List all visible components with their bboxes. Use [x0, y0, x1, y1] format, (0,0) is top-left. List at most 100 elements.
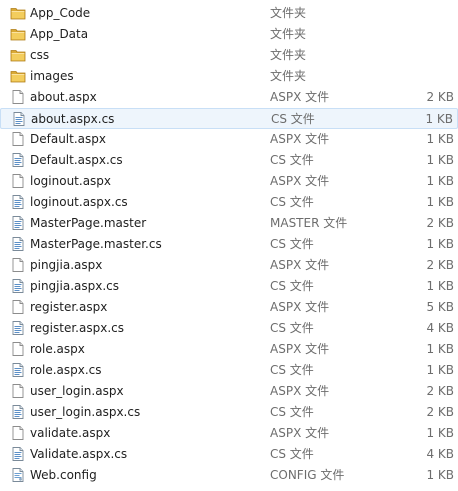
- code-file-icon: [10, 152, 26, 168]
- code-file-icon: [10, 236, 26, 252]
- file-row[interactable]: register.aspx ASPX 文件 5 KB: [0, 297, 458, 318]
- file-row[interactable]: Default.aspx ASPX 文件 1 KB: [0, 129, 458, 150]
- file-type: 文件夹: [270, 69, 307, 83]
- file-row[interactable]: MasterPage.master.cs CS 文件 1 KB: [0, 234, 458, 255]
- file-type: ASPX 文件: [270, 90, 330, 104]
- file-name: pingjia.aspx: [30, 258, 103, 272]
- file-name: Default.aspx.cs: [30, 153, 123, 167]
- file-name: about.aspx: [30, 90, 97, 104]
- document-icon: [10, 299, 26, 315]
- code-file-icon: [10, 194, 26, 210]
- file-size: 1 KB: [426, 132, 454, 146]
- file-row[interactable]: pingjia.aspx ASPX 文件 2 KB: [0, 255, 458, 276]
- file-type: CS 文件: [270, 405, 314, 419]
- document-icon: [10, 383, 26, 399]
- file-type: ASPX 文件: [270, 384, 330, 398]
- file-size: 1 KB: [426, 237, 454, 251]
- file-size: 1 KB: [426, 279, 454, 293]
- file-name: MasterPage.master.cs: [30, 237, 162, 251]
- file-name: user_login.aspx.cs: [30, 405, 141, 419]
- file-row[interactable]: about.aspx.cs CS 文件 1 KB: [0, 108, 458, 129]
- file-name: images: [30, 69, 74, 83]
- file-name: role.aspx: [30, 342, 85, 356]
- file-row[interactable]: about.aspx ASPX 文件 2 KB: [0, 87, 458, 108]
- file-row[interactable]: Web.config CONFIG 文件 1 KB: [0, 465, 458, 486]
- file-row[interactable]: role.aspx ASPX 文件 1 KB: [0, 339, 458, 360]
- file-row[interactable]: loginout.aspx ASPX 文件 1 KB: [0, 171, 458, 192]
- file-row[interactable]: pingjia.aspx.cs CS 文件 1 KB: [0, 276, 458, 297]
- file-type: CS 文件: [270, 237, 314, 251]
- folder-icon: [10, 26, 26, 42]
- file-size: 1 KB: [426, 363, 454, 377]
- file-type: 文件夹: [270, 48, 307, 62]
- file-row[interactable]: register.aspx.cs CS 文件 4 KB: [0, 318, 458, 339]
- file-name: about.aspx.cs: [31, 112, 115, 126]
- file-name: Web.config: [30, 468, 97, 482]
- file-name: Validate.aspx.cs: [30, 447, 128, 461]
- file-list: App_Code 文件夹 App_Data 文件夹 css 文件夹 images 文件夹 abo…: [0, 3, 458, 486]
- file-row[interactable]: loginout.aspx.cs CS 文件 1 KB: [0, 192, 458, 213]
- file-name: loginout.aspx: [30, 174, 112, 188]
- file-type: CS 文件: [270, 153, 314, 167]
- file-name: register.aspx.cs: [30, 321, 124, 335]
- file-type: CS 文件: [270, 363, 314, 377]
- document-icon: [10, 341, 26, 357]
- code-file-icon: [10, 320, 26, 336]
- file-name: App_Data: [30, 27, 89, 41]
- file-row[interactable]: App_Code 文件夹: [0, 3, 458, 24]
- code-file-icon: [10, 446, 26, 462]
- document-icon: [10, 173, 26, 189]
- file-size: 1 KB: [426, 468, 454, 482]
- file-size: 2 KB: [426, 90, 454, 104]
- file-name: register.aspx: [30, 300, 108, 314]
- file-size: 2 KB: [426, 384, 454, 398]
- file-name: css: [30, 48, 50, 62]
- file-size: 1 KB: [426, 174, 454, 188]
- file-row[interactable]: user_login.aspx.cs CS 文件 2 KB: [0, 402, 458, 423]
- file-type: ASPX 文件: [270, 426, 330, 440]
- file-size: 1 KB: [425, 112, 453, 126]
- file-size: 2 KB: [426, 405, 454, 419]
- file-row[interactable]: Default.aspx.cs CS 文件 1 KB: [0, 150, 458, 171]
- code-file-icon: [11, 111, 27, 127]
- file-type: CS 文件: [270, 279, 314, 293]
- folder-icon: [10, 47, 26, 63]
- file-size: 1 KB: [426, 195, 454, 209]
- file-name: user_login.aspx: [30, 384, 124, 398]
- file-row[interactable]: Validate.aspx.cs CS 文件 4 KB: [0, 444, 458, 465]
- file-type: ASPX 文件: [270, 132, 330, 146]
- file-type: ASPX 文件: [270, 258, 330, 272]
- file-row[interactable]: css 文件夹: [0, 45, 458, 66]
- file-name: validate.aspx: [30, 426, 111, 440]
- file-name: App_Code: [30, 6, 91, 20]
- document-icon: [10, 89, 26, 105]
- file-type: ASPX 文件: [270, 342, 330, 356]
- file-name: MasterPage.master: [30, 216, 147, 230]
- file-type: MASTER 文件: [270, 216, 348, 230]
- file-type: 文件夹: [270, 27, 307, 41]
- file-type: 文件夹: [270, 6, 307, 20]
- file-row[interactable]: images 文件夹: [0, 66, 458, 87]
- file-type: ASPX 文件: [270, 174, 330, 188]
- file-row[interactable]: MasterPage.master MASTER 文件 2 KB: [0, 213, 458, 234]
- document-icon: [10, 131, 26, 147]
- file-type: ASPX 文件: [270, 300, 330, 314]
- file-name: Default.aspx: [30, 132, 106, 146]
- code-file-icon: [10, 362, 26, 378]
- file-type: CS 文件: [270, 195, 314, 209]
- code-file-icon: [10, 404, 26, 420]
- file-size: 4 KB: [426, 321, 454, 335]
- file-row[interactable]: role.aspx.cs CS 文件 1 KB: [0, 360, 458, 381]
- document-icon: [10, 425, 26, 441]
- file-size: 2 KB: [426, 216, 454, 230]
- file-type: CS 文件: [270, 447, 314, 461]
- file-size: 2 KB: [426, 258, 454, 272]
- code-file-icon: [10, 278, 26, 294]
- file-size: 4 KB: [426, 447, 454, 461]
- file-name: pingjia.aspx.cs: [30, 279, 119, 293]
- file-row[interactable]: App_Data 文件夹: [0, 24, 458, 45]
- file-type: CS 文件: [270, 321, 314, 335]
- folder-icon: [10, 68, 26, 84]
- file-row[interactable]: user_login.aspx ASPX 文件 2 KB: [0, 381, 458, 402]
- file-row[interactable]: validate.aspx ASPX 文件 1 KB: [0, 423, 458, 444]
